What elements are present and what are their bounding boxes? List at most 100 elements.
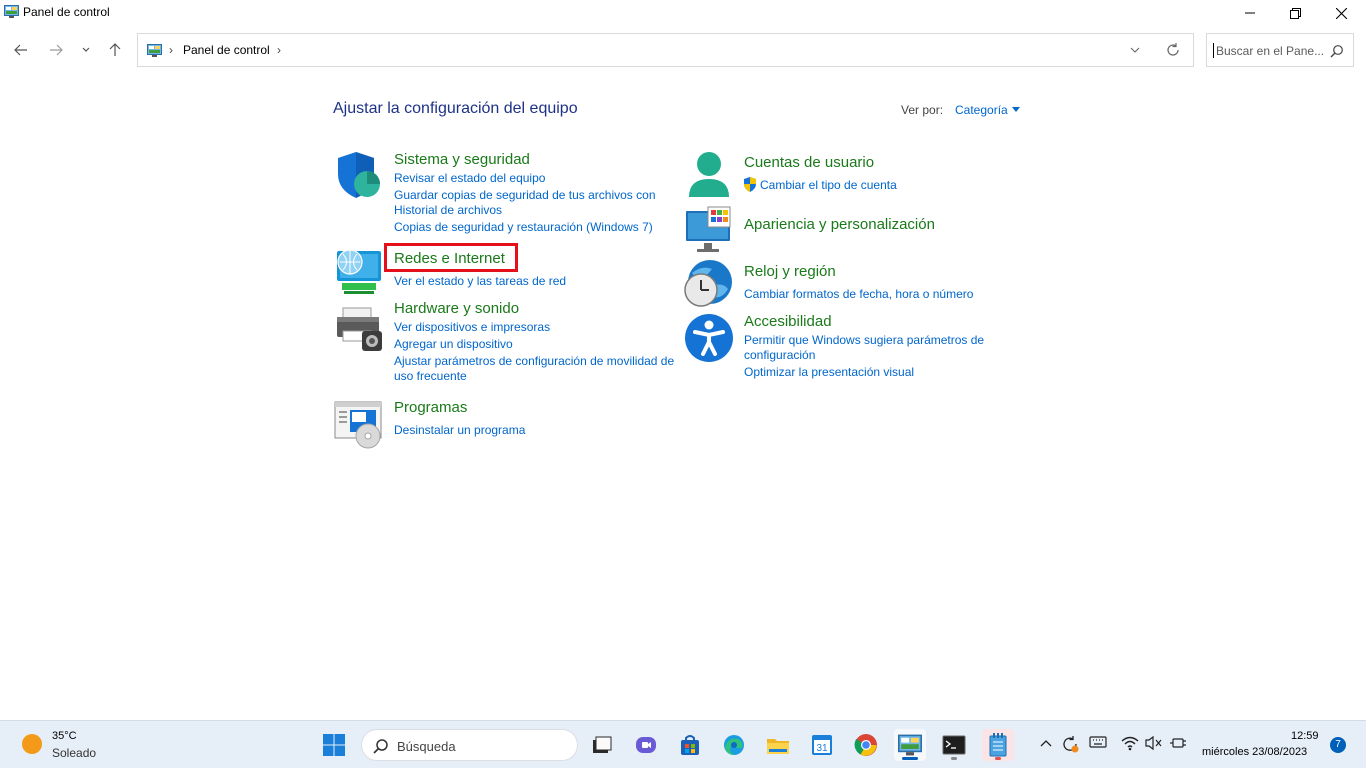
search-placeholder: Buscar en el Pane... [1216,44,1325,58]
link-backup-restore[interactable]: Copias de seguridad y restauración (Wind… [394,220,653,234]
category-title-system-security[interactable]: Sistema y seguridad [394,151,530,168]
running-indicator [951,757,957,760]
link-mobility-settings-cont[interactable]: uso frecuente [394,369,467,383]
svg-text:31: 31 [816,743,828,754]
calendar-button[interactable]: 31 [806,729,838,761]
arrow-right-icon [50,44,63,56]
category-title-appearance[interactable]: Apariencia y personalización [744,216,935,233]
teams-chat-button[interactable] [630,729,662,761]
task-view-icon [593,736,612,753]
programs-icon[interactable] [334,400,384,450]
clock-date[interactable]: miércoles 23/08/2023 [1202,746,1307,758]
link-network-status[interactable]: Ver el estado y las tareas de red [394,274,566,288]
notification-badge[interactable]: 7 [1330,737,1346,753]
link-mobility-settings[interactable]: Ajustar parámetros de configuración de m… [394,354,674,368]
view-by-dropdown[interactable]: Categoría [955,103,1008,117]
close-icon [1335,7,1347,19]
arrow-left-icon [14,44,27,56]
start-button[interactable] [318,729,350,761]
sun-icon[interactable] [22,734,42,754]
link-windows-suggest-cont[interactable]: configuración [744,348,815,362]
update-sync-icon[interactable] [1061,735,1079,753]
control-panel-icon [4,5,19,18]
edge-icon [724,735,744,755]
restore-button[interactable] [1272,0,1318,26]
breadcrumb-separator[interactable]: › [169,43,173,57]
link-review-status[interactable]: Revisar el estado del equipo [394,171,545,185]
link-change-date-formats[interactable]: Cambiar formatos de fecha, hora o número [744,287,973,301]
link-windows-suggest[interactable]: Permitir que Windows sugiera parámetros … [744,333,984,347]
minimize-icon [1245,12,1255,14]
category-title-programs[interactable]: Programas [394,399,467,416]
task-view-button[interactable] [585,729,617,761]
link-optimize-display[interactable]: Optimizar la presentación visual [744,365,914,379]
link-change-account-type[interactable]: Cambiar el tipo de cuenta [760,178,897,192]
weather-condition[interactable]: Soleado [52,746,96,760]
category-title-user-accounts[interactable]: Cuentas de usuario [744,154,874,171]
taskbar-search-placeholder: Búsqueda [397,739,456,754]
file-explorer-button[interactable] [762,729,794,761]
back-button[interactable] [8,38,34,62]
link-file-history[interactable]: Historial de archivos [394,203,502,217]
clock-time[interactable]: 12:59 [1291,730,1319,742]
page-title: Ajustar la configuración del equipo [333,100,578,117]
control-panel-taskbar-button[interactable] [894,729,926,761]
highlight-box [384,243,518,272]
chrome-icon [854,734,877,756]
weather-temperature[interactable]: 35°C [52,730,77,742]
forward-button[interactable] [43,38,69,62]
notepad-icon [989,733,1007,757]
caret-down-icon[interactable] [1012,107,1020,112]
category-title-hardware-sound[interactable]: Hardware y sonido [394,300,519,317]
uac-shield-icon [744,177,756,192]
chevron-up-icon[interactable] [1040,739,1052,747]
user-accounts-icon[interactable] [684,151,734,201]
accessibility-icon[interactable] [684,313,734,363]
breadcrumb-separator[interactable]: › [277,43,281,57]
refresh-icon[interactable] [1165,42,1181,58]
search-icon [373,739,388,754]
close-button[interactable] [1318,0,1364,26]
breadcrumb-control-panel[interactable]: Panel de control [183,43,270,57]
control-panel-icon [898,734,922,756]
restore-icon [1289,7,1301,19]
terminal-button[interactable] [938,729,970,761]
wifi-icon[interactable] [1121,735,1139,751]
chat-icon [636,737,656,753]
volume-muted-icon[interactable] [1145,735,1163,751]
search-input[interactable]: Buscar en el Pane... [1206,33,1354,67]
search-icon[interactable] [1330,44,1344,58]
keyboard-icon[interactable] [1089,735,1107,749]
text-caret [1213,43,1214,58]
link-backup-files[interactable]: Guardar copias de seguridad de tus archi… [394,188,656,202]
recent-locations-button[interactable] [74,38,98,62]
terminal-icon [942,735,966,755]
chrome-button[interactable] [850,729,882,761]
up-button[interactable] [102,38,128,62]
appearance-monitor-icon[interactable] [684,205,734,255]
attention-indicator [995,757,1001,760]
link-devices-printers[interactable]: Ver dispositivos e impresoras [394,320,550,334]
shield-icon[interactable] [334,152,384,202]
power-plug-icon[interactable] [1169,735,1187,751]
chevron-down-icon[interactable] [1129,43,1141,57]
category-title-clock-region[interactable]: Reloj y región [744,263,836,280]
control-panel-icon [147,44,162,57]
link-uninstall-program[interactable]: Desinstalar un programa [394,423,525,437]
store-button[interactable] [674,729,706,761]
clock-globe-icon[interactable] [684,259,734,309]
control-panel-window: Panel de control › Panel de control › Bu… [0,0,1366,720]
category-title-accessibility[interactable]: Accesibilidad [744,313,832,330]
taskbar: 35°C Soleado Búsqueda 31 12:59 miércoles… [0,720,1366,768]
minimize-button[interactable] [1227,0,1273,26]
network-globe-icon[interactable] [334,245,384,295]
notepad-button[interactable] [982,729,1014,761]
title-bar: Panel de control [0,0,1366,26]
link-add-device[interactable]: Agregar un dispositivo [394,337,513,351]
edge-browser-button[interactable] [718,729,750,761]
windows-logo-icon [323,734,345,756]
printer-icon[interactable] [334,305,384,355]
taskbar-search[interactable]: Búsqueda [361,729,578,761]
window-title: Panel de control [23,5,110,19]
address-bar[interactable]: › Panel de control › [137,33,1194,67]
